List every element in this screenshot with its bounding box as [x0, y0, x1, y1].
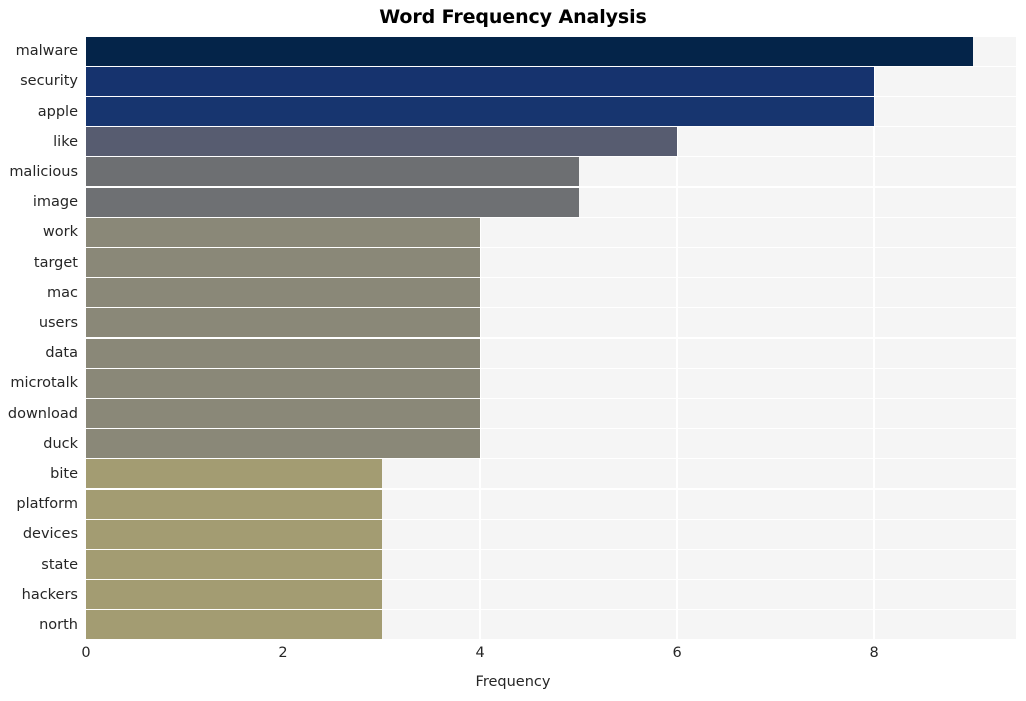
- bar: [86, 127, 678, 157]
- bar: [86, 97, 875, 126]
- y-tick-label: state: [41, 556, 78, 573]
- y-tick-label: download: [7, 405, 78, 422]
- y-tick-label: hackers: [21, 586, 78, 603]
- bar: [86, 66, 875, 96]
- bar: [86, 368, 481, 398]
- bar: [86, 217, 481, 247]
- bar: [86, 610, 382, 640]
- y-tick-label: target: [33, 254, 78, 271]
- x-tick-label: 0: [81, 645, 91, 661]
- bar: [86, 338, 481, 368]
- bar: [86, 187, 579, 217]
- x-tick-label: 6: [672, 645, 682, 661]
- bar: [86, 399, 481, 428]
- x-tick-label: 4: [475, 645, 485, 661]
- y-tick-label: data: [45, 345, 78, 362]
- y-tick-label: devices: [22, 526, 78, 543]
- y-tick-label: like: [53, 133, 78, 150]
- x-tick-label: 8: [869, 645, 879, 661]
- plot-area: [86, 36, 1016, 640]
- bar: [86, 550, 382, 579]
- x-axis-tick-labels: 0 2 4 6 8: [0, 645, 1026, 669]
- y-tick-label: work: [42, 224, 78, 241]
- bar: [86, 459, 382, 489]
- y-tick-label: apple: [37, 103, 78, 120]
- y-tick-label: users: [38, 314, 78, 331]
- bar: [86, 489, 382, 519]
- y-tick-label: image: [32, 194, 78, 211]
- x-tick-label: 2: [278, 645, 288, 661]
- y-tick-label: microtalk: [10, 375, 78, 392]
- bar: [86, 36, 973, 66]
- x-axis-title: Frequency: [475, 674, 551, 690]
- y-tick-label: mac: [47, 284, 78, 301]
- bar: [86, 519, 382, 549]
- chart-figure: Word Frequency Analysis malware security a…: [0, 0, 1026, 701]
- bar: [86, 580, 382, 610]
- bar: [86, 248, 481, 277]
- gridline-y-20: [86, 639, 1016, 640]
- y-tick-label: north: [39, 616, 78, 633]
- y-tick-label: malware: [15, 43, 78, 60]
- bar: [86, 429, 481, 459]
- y-tick-label: duck: [43, 435, 78, 452]
- bar: [86, 157, 579, 187]
- bar: [86, 308, 481, 338]
- y-tick-label: malicious: [9, 163, 78, 180]
- y-tick-label: security: [20, 73, 78, 90]
- bar: [86, 278, 481, 308]
- y-axis-tick-labels: malware security apple like malicious image wo…: [0, 36, 78, 640]
- y-tick-label: platform: [16, 496, 78, 513]
- chart-title: Word Frequency Analysis: [379, 6, 647, 28]
- y-tick-label: bite: [50, 465, 78, 482]
